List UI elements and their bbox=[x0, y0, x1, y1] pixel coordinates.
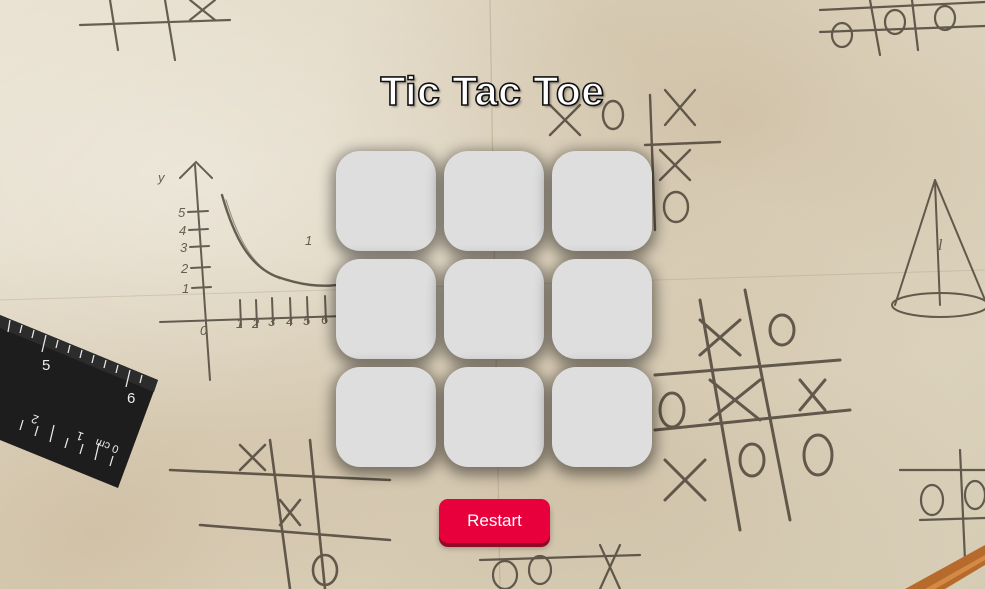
svg-text:1: 1 bbox=[236, 316, 243, 331]
svg-text:2: 2 bbox=[251, 316, 260, 331]
svg-text:2: 2 bbox=[180, 261, 189, 276]
svg-text:5: 5 bbox=[303, 313, 311, 328]
pencil-illustration bbox=[905, 545, 985, 589]
board-cell-5[interactable] bbox=[444, 259, 544, 359]
sketch-cone bbox=[891, 179, 985, 318]
sketch-ttt-right bbox=[653, 288, 852, 532]
game-board bbox=[336, 151, 652, 467]
svg-text:3: 3 bbox=[180, 240, 188, 255]
restart-button[interactable]: Restart bbox=[439, 499, 550, 543]
svg-text:y: y bbox=[157, 170, 166, 185]
board-cell-4[interactable] bbox=[336, 259, 436, 359]
board-cell-9[interactable] bbox=[552, 367, 652, 467]
ruler-illustration: 5 6 2 1 0 cm bbox=[0, 315, 158, 488]
svg-text:5: 5 bbox=[42, 357, 50, 374]
sketch-graph bbox=[159, 160, 347, 381]
svg-text:1: 1 bbox=[182, 281, 189, 296]
sketch-ttt-top-right bbox=[818, 0, 985, 57]
svg-text:6: 6 bbox=[127, 390, 135, 407]
svg-text:0 cm: 0 cm bbox=[94, 436, 121, 455]
svg-text:4: 4 bbox=[286, 314, 293, 329]
board-cell-2[interactable] bbox=[444, 151, 544, 251]
svg-text:3: 3 bbox=[268, 314, 276, 329]
game-title: Tic Tac Toe bbox=[380, 67, 605, 115]
svg-text:2: 2 bbox=[29, 411, 40, 427]
sketch-ttt-bottom-right bbox=[898, 448, 985, 562]
sketch-graph-labels: y 5 4 3 2 1 0 1 2 3 4 5 6 1 bbox=[157, 170, 329, 338]
svg-text:l: l bbox=[938, 237, 943, 254]
board-cell-6[interactable] bbox=[552, 259, 652, 359]
svg-text:6: 6 bbox=[321, 312, 329, 327]
svg-text:1: 1 bbox=[74, 428, 85, 444]
board-cell-1[interactable] bbox=[336, 151, 436, 251]
svg-text:5: 5 bbox=[178, 205, 186, 220]
board-cell-8[interactable] bbox=[444, 367, 544, 467]
board-cell-3[interactable] bbox=[552, 151, 652, 251]
board-cell-7[interactable] bbox=[336, 367, 436, 467]
sketch-ttt-bottom-mid bbox=[478, 543, 642, 589]
svg-text:4: 4 bbox=[179, 223, 186, 238]
sketch-ttt-top-left bbox=[78, 0, 232, 62]
svg-text:0: 0 bbox=[200, 323, 208, 338]
svg-text:1: 1 bbox=[305, 233, 312, 248]
